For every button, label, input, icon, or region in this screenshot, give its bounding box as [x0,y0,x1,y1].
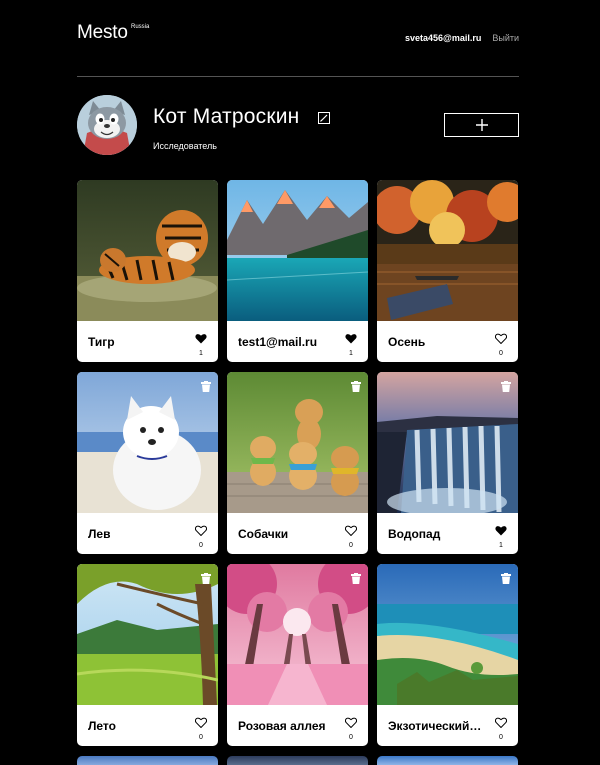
card: Водопад 1 [377,372,518,554]
heart-icon[interactable] [344,717,358,729]
summer-tree-image [77,564,218,705]
heart-icon[interactable] [194,717,208,729]
trash-icon [201,573,211,584]
card-title: Собачки [238,527,289,541]
card-image[interactable] [77,372,218,513]
card-title: Экзотический… [388,719,482,733]
delete-card-button[interactable] [201,571,211,584]
trash-icon [351,573,361,584]
user-email: sveta456@mail.ru [405,33,482,43]
card-peek [227,756,368,765]
like-group: 0 [344,523,358,549]
delete-card-button[interactable] [351,571,361,584]
card-image[interactable] [377,372,518,513]
like-group: 0 [494,715,508,741]
heart-icon[interactable] [494,717,508,729]
card: test1@mail.ru 1 [227,180,368,362]
like-count: 0 [349,542,353,549]
waterfall-image [377,372,518,513]
like-count: 1 [199,350,203,357]
card-image[interactable] [377,564,518,705]
card: Розовая аллея 0 [227,564,368,746]
profile-about: Исследователь [153,141,217,151]
card-title: Водопад [388,527,441,541]
avatar[interactable] [77,95,137,155]
card-image[interactable] [377,180,518,321]
like-count: 0 [499,734,503,741]
card-peek [77,756,218,765]
like-count: 0 [199,542,203,549]
edit-profile-button[interactable] [318,112,330,124]
header-user: sveta456@mail.ru Выйти [405,33,519,43]
tiger-image [77,180,218,321]
card-title: test1@mail.ru [238,335,318,349]
card-image[interactable] [77,564,218,705]
delete-card-button[interactable] [201,379,211,392]
like-group: 0 [344,715,358,741]
heart-icon[interactable] [194,525,208,537]
like-count: 0 [199,734,203,741]
card-title: Лев [88,527,111,541]
delete-card-button[interactable] [501,379,511,392]
profile: Кот Матроскин Исследователь [77,95,519,157]
trash-icon [351,381,361,392]
like-group: 1 [344,331,358,357]
like-group: 1 [494,523,508,549]
heart-filled-icon[interactable] [345,333,357,344]
heart-icon[interactable] [344,525,358,537]
like-group: 1 [194,331,208,357]
like-count: 1 [499,542,503,549]
trash-icon [501,573,511,584]
heart-filled-icon[interactable] [195,333,207,344]
trash-icon [501,381,511,392]
logout-link[interactable]: Выйти [492,33,519,43]
trash-icon [201,381,211,392]
card-image[interactable] [227,564,368,705]
card: Лев 0 [77,372,218,554]
pencil-icon [320,114,328,122]
pink-alley-image [227,564,368,705]
like-group: 0 [194,523,208,549]
card-title: Лето [88,719,116,733]
card: Экзотический… 0 [377,564,518,746]
puppies-image [227,372,368,513]
card-title: Тигр [88,335,115,349]
avatar-cat-image [77,95,137,155]
card-image[interactable] [77,180,218,321]
white-puppy-image [77,372,218,513]
like-group: 0 [194,715,208,741]
tropical-beach-image [377,564,518,705]
heart-filled-icon[interactable] [495,525,507,536]
card-title: Розовая аллея [238,719,326,733]
card-peek [377,756,518,765]
delete-card-button[interactable] [351,379,361,392]
autumn-lake-image [377,180,518,321]
card-image[interactable] [227,180,368,321]
header: Mesto Russia sveta456@mail.ru Выйти [77,0,519,77]
delete-card-button[interactable] [501,571,511,584]
logo-superscript: Russia [131,24,150,30]
like-count: 0 [499,350,503,357]
like-group: 0 [494,331,508,357]
logo: Mesto [77,22,128,43]
add-card-button[interactable] [444,113,519,137]
card-image[interactable] [227,372,368,513]
card: Тигр 1 [77,180,218,362]
like-count: 1 [349,350,353,357]
heart-icon[interactable] [494,333,508,345]
profile-name: Кот Матроскин [153,105,300,128]
card: Лето 0 [77,564,218,746]
plus-icon [475,119,488,131]
card: Собачки 0 [227,372,368,554]
card: Осень 0 [377,180,518,362]
like-count: 0 [349,734,353,741]
mountain-lake-image [227,180,368,321]
card-title: Осень [388,335,426,349]
